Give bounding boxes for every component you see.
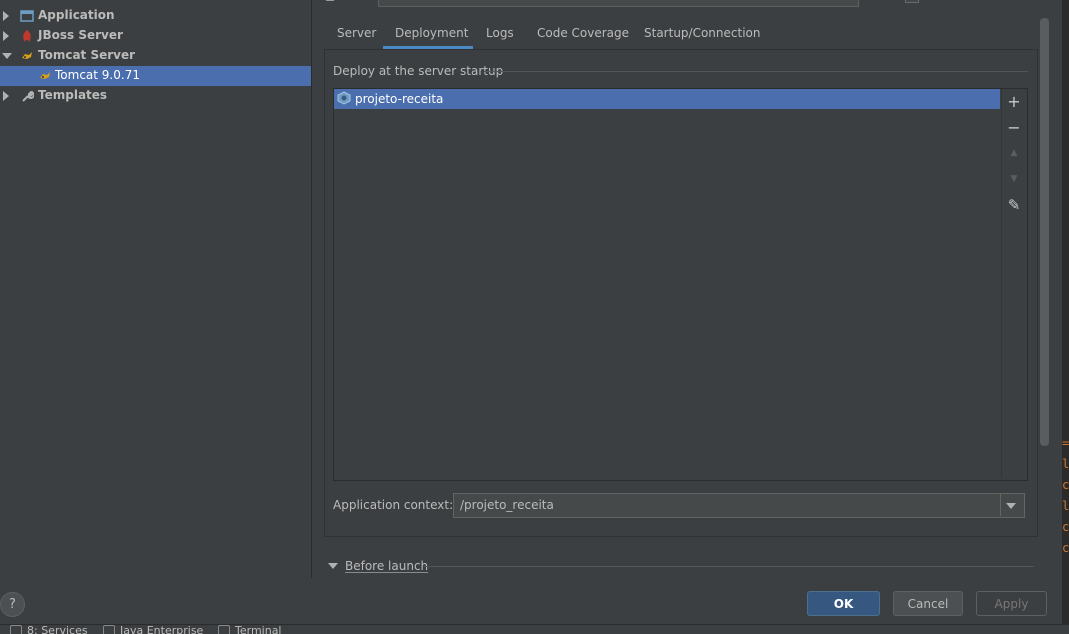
tab-deployment[interactable]: Deployment — [395, 22, 468, 49]
move-down-icon[interactable]: ▼ — [1005, 170, 1023, 188]
group-title: Deploy at the server startup — [333, 64, 503, 78]
run-config-tree: Application JBoss Server Tomcat Server T… — [0, 0, 312, 578]
deployment-list[interactable] — [333, 88, 1028, 481]
collapse-arrow-icon[interactable] — [2, 53, 12, 59]
expand-arrow-icon[interactable] — [3, 31, 9, 41]
jboss-icon — [20, 29, 34, 43]
chevron-down-icon — [1006, 503, 1016, 509]
tab-logs[interactable]: Logs — [486, 22, 514, 49]
editor-text: la — [1062, 457, 1069, 471]
editor-text: la — [1062, 499, 1069, 513]
help-button[interactable]: ? — [0, 592, 25, 617]
tree-item-application[interactable]: Application — [0, 6, 311, 26]
tree-item-label: JBoss Server — [38, 28, 123, 42]
ok-button[interactable]: OK — [807, 591, 880, 616]
editor-text: co — [1062, 520, 1069, 534]
move-up-icon[interactable]: ▲ — [1005, 144, 1023, 162]
tree-item-tomcat-server[interactable]: Tomcat Server — [0, 46, 311, 66]
tomcat-icon — [38, 69, 52, 83]
collapse-arrow-icon[interactable] — [328, 563, 338, 569]
share-checkbox[interactable] — [905, 0, 919, 3]
expand-arrow-icon[interactable] — [3, 91, 9, 101]
vertical-scrollbar[interactable] — [1040, 18, 1049, 446]
before-launch-toggle[interactable]: Before launch — [345, 559, 428, 573]
list-item-label: projeto-receita — [355, 92, 443, 106]
group-divider — [484, 71, 1028, 72]
editor-text: co — [1062, 478, 1069, 492]
tree-item-label: Templates — [38, 88, 107, 102]
tree-item-label: Tomcat Server — [38, 48, 135, 62]
application-icon — [20, 9, 34, 23]
apply-button[interactable]: Apply — [976, 591, 1047, 616]
list-toolbar-divider — [1001, 89, 1002, 478]
artifact-icon — [337, 91, 352, 109]
expand-arrow-icon[interactable] — [3, 11, 9, 21]
edit-icon[interactable]: ✎ — [1005, 196, 1023, 214]
wrench-icon — [20, 89, 34, 103]
editor-text: =A — [1062, 436, 1069, 450]
tree-item-templates[interactable]: Templates — [0, 86, 311, 106]
cancel-button[interactable]: Cancel — [893, 591, 963, 616]
tree-item-tomcat-instance[interactable]: Tomcat 9.0.71 — [0, 66, 311, 86]
remove-icon[interactable]: − — [1005, 118, 1023, 136]
tab-startup-connection[interactable]: Startup/Connection — [644, 22, 760, 49]
editor-text: co — [1062, 541, 1069, 555]
tab-server[interactable]: Server — [337, 22, 376, 49]
tomcat-icon — [20, 49, 34, 63]
tab-code-coverage[interactable]: Code Coverage — [537, 22, 629, 49]
tree-item-label: Tomcat 9.0.71 — [55, 68, 140, 82]
application-context-label: Application context: — [333, 498, 453, 512]
tree-item-jboss-server[interactable]: JBoss Server — [0, 26, 311, 46]
before-launch-divider — [424, 566, 1034, 567]
name-field[interactable] — [378, 0, 859, 7]
application-context-value[interactable]: /projeto_receita — [460, 498, 554, 512]
editor-background-strip: =A la co la co co — [1062, 0, 1069, 633]
name-label-remnant — [326, 0, 334, 1]
tree-item-label: Application — [38, 8, 115, 22]
add-icon[interactable]: + — [1005, 92, 1023, 110]
